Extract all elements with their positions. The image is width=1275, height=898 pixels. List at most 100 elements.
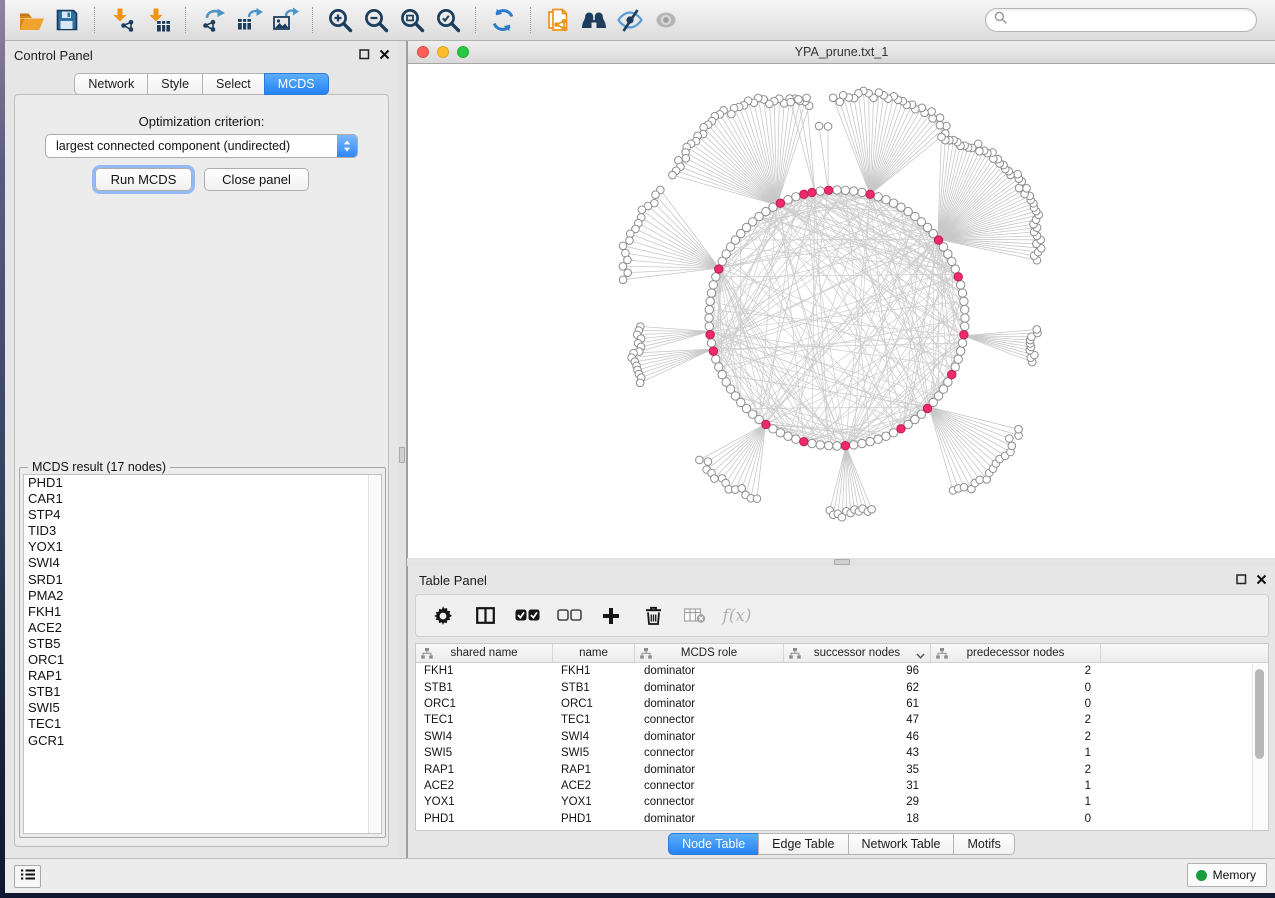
- mcds-result-item[interactable]: TID3: [24, 523, 381, 539]
- close-table-panel-icon[interactable]: [1255, 573, 1267, 585]
- import-table-icon[interactable]: [140, 4, 176, 36]
- vertical-splitter[interactable]: [398, 41, 407, 858]
- export-network-icon[interactable]: [195, 4, 231, 36]
- column-header-successor-nodes[interactable]: successor nodes: [784, 644, 931, 662]
- table-row[interactable]: RAP1RAP1dominator352: [416, 761, 1268, 777]
- tab-node-table[interactable]: Node Table: [668, 833, 759, 855]
- table-cell: 96: [784, 665, 931, 677]
- mcds-result-item[interactable]: STB5: [24, 636, 381, 652]
- tab-edge-table[interactable]: Edge Table: [758, 833, 848, 855]
- hide-selected-icon[interactable]: [612, 4, 648, 36]
- table-cell: 0: [931, 698, 1101, 710]
- horizontal-splitter[interactable]: [407, 558, 1275, 566]
- function-builder-fx-icon: f(x): [724, 603, 750, 629]
- table-cell: connector: [635, 780, 784, 792]
- table-panel-title: Table Panel: [419, 573, 487, 588]
- tab-select[interactable]: Select: [202, 73, 265, 95]
- tab-motifs[interactable]: Motifs: [953, 833, 1014, 855]
- table-row[interactable]: SWI4SWI4dominator462: [416, 729, 1268, 745]
- table-cell: 31: [784, 780, 931, 792]
- float-table-panel-icon[interactable]: [1235, 573, 1247, 585]
- open-file-icon[interactable]: [13, 4, 49, 36]
- table-row[interactable]: SWI5SWI5connector431: [416, 745, 1268, 761]
- control-panel-tabs: NetworkStyleSelectMCDS: [5, 73, 398, 95]
- show-all-icon: [648, 4, 684, 36]
- table-row[interactable]: STB1STB1dominator620: [416, 679, 1268, 695]
- import-network-icon[interactable]: [104, 4, 140, 36]
- table-row[interactable]: ACE2ACE2connector311: [416, 778, 1268, 794]
- table-cell: SWI5: [553, 747, 635, 759]
- mcds-result-item[interactable]: SWI5: [24, 700, 381, 716]
- memory-button[interactable]: Memory: [1187, 863, 1267, 887]
- search-field[interactable]: [985, 8, 1257, 32]
- table-cell: FKH1: [416, 665, 553, 677]
- network-from-selection-icon[interactable]: [540, 4, 576, 36]
- table-row[interactable]: ORC1ORC1dominator610: [416, 696, 1268, 712]
- table-row[interactable]: FKH1FKH1dominator962: [416, 663, 1268, 679]
- zoom-out-icon[interactable]: [358, 4, 394, 36]
- select-all-check-icon[interactable]: [514, 603, 540, 629]
- mcds-result-item[interactable]: GCR1: [24, 733, 381, 749]
- tab-mcds[interactable]: MCDS: [264, 73, 329, 95]
- deselect-all-icon[interactable]: [556, 603, 582, 629]
- mcds-result-item[interactable]: SRD1: [24, 572, 381, 588]
- table-row[interactable]: YOX1YOX1connector291: [416, 794, 1268, 810]
- table-row[interactable]: TEC1TEC1connector472: [416, 712, 1268, 728]
- table-scrollbar-thumb[interactable]: [1255, 669, 1264, 759]
- mcds-result-item[interactable]: RAP1: [24, 668, 381, 684]
- mcds-result-item[interactable]: STB1: [24, 684, 381, 700]
- table-scrollbar[interactable]: [1252, 664, 1267, 830]
- table-cell: 61: [784, 698, 931, 710]
- table-row[interactable]: PHD1PHD1dominator180: [416, 811, 1268, 827]
- mcds-result-item[interactable]: FKH1: [24, 604, 381, 620]
- vertical-splitter-handle[interactable]: [399, 447, 405, 463]
- table-cell: 2: [931, 714, 1101, 726]
- column-header-shared-name[interactable]: shared name: [416, 644, 553, 662]
- zoom-selected-icon[interactable]: [430, 4, 466, 36]
- zoom-in-icon[interactable]: [322, 4, 358, 36]
- run-mcds-button[interactable]: Run MCDS: [95, 168, 192, 191]
- mcds-result-item[interactable]: YOX1: [24, 539, 381, 555]
- network-canvas[interactable]: [408, 64, 1275, 558]
- mcds-result-list[interactable]: PHD1CAR1STP4TID3YOX1SWI4SRD1PMA2FKH1ACE2…: [23, 474, 382, 834]
- horizontal-splitter-handle[interactable]: [834, 559, 850, 565]
- export-table-icon[interactable]: [231, 4, 267, 36]
- table-cell: connector: [635, 747, 784, 759]
- float-window-icon[interactable]: [358, 48, 370, 60]
- mcds-result-item[interactable]: PHD1: [24, 475, 381, 491]
- mcds-result-item[interactable]: ORC1: [24, 652, 381, 668]
- save-session-icon[interactable]: [49, 4, 85, 36]
- create-column-plus-icon[interactable]: [598, 603, 624, 629]
- mcds-result-item[interactable]: STP4: [24, 507, 381, 523]
- column-settings-gear-icon[interactable]: [430, 603, 456, 629]
- column-header-predecessor-nodes[interactable]: predecessor nodes: [931, 644, 1101, 662]
- mcds-result-item[interactable]: TEC1: [24, 716, 381, 732]
- tab-network[interactable]: Network: [74, 73, 148, 95]
- show-columns-icon[interactable]: [472, 603, 498, 629]
- table-cell: dominator: [635, 665, 784, 677]
- find-icon[interactable]: [576, 4, 612, 36]
- table-cell: TEC1: [553, 714, 635, 726]
- close-panel-icon[interactable]: [378, 48, 390, 60]
- network-window-titlebar[interactable]: YPA_prune.txt_1: [408, 41, 1275, 64]
- mcds-result-item[interactable]: SWI4: [24, 555, 381, 571]
- close-panel-button[interactable]: Close panel: [204, 168, 309, 191]
- mcds-list-scrollbar[interactable]: [368, 475, 381, 833]
- tab-network-table[interactable]: Network Table: [848, 833, 955, 855]
- mcds-result-item[interactable]: ACE2: [24, 620, 381, 636]
- export-image-icon[interactable]: [267, 4, 303, 36]
- tab-style[interactable]: Style: [147, 73, 203, 95]
- search-input[interactable]: [1012, 12, 1248, 28]
- table-cell: dominator: [635, 813, 784, 825]
- table-panel: Table Panel f(x) shared namenameMCDS rol…: [407, 566, 1275, 858]
- criterion-dropdown[interactable]: largest connected component (undirected): [45, 134, 358, 158]
- table-cell: 2: [931, 731, 1101, 743]
- refresh-layout-icon[interactable]: [485, 4, 521, 36]
- automation-panel-button[interactable]: [14, 865, 41, 888]
- zoom-fit-icon[interactable]: [394, 4, 430, 36]
- delete-column-trash-icon[interactable]: [640, 603, 666, 629]
- column-header-name[interactable]: name: [553, 644, 635, 662]
- mcds-result-item[interactable]: CAR1: [24, 491, 381, 507]
- column-header-MCDS-role[interactable]: MCDS role: [635, 644, 784, 662]
- mcds-result-item[interactable]: PMA2: [24, 588, 381, 604]
